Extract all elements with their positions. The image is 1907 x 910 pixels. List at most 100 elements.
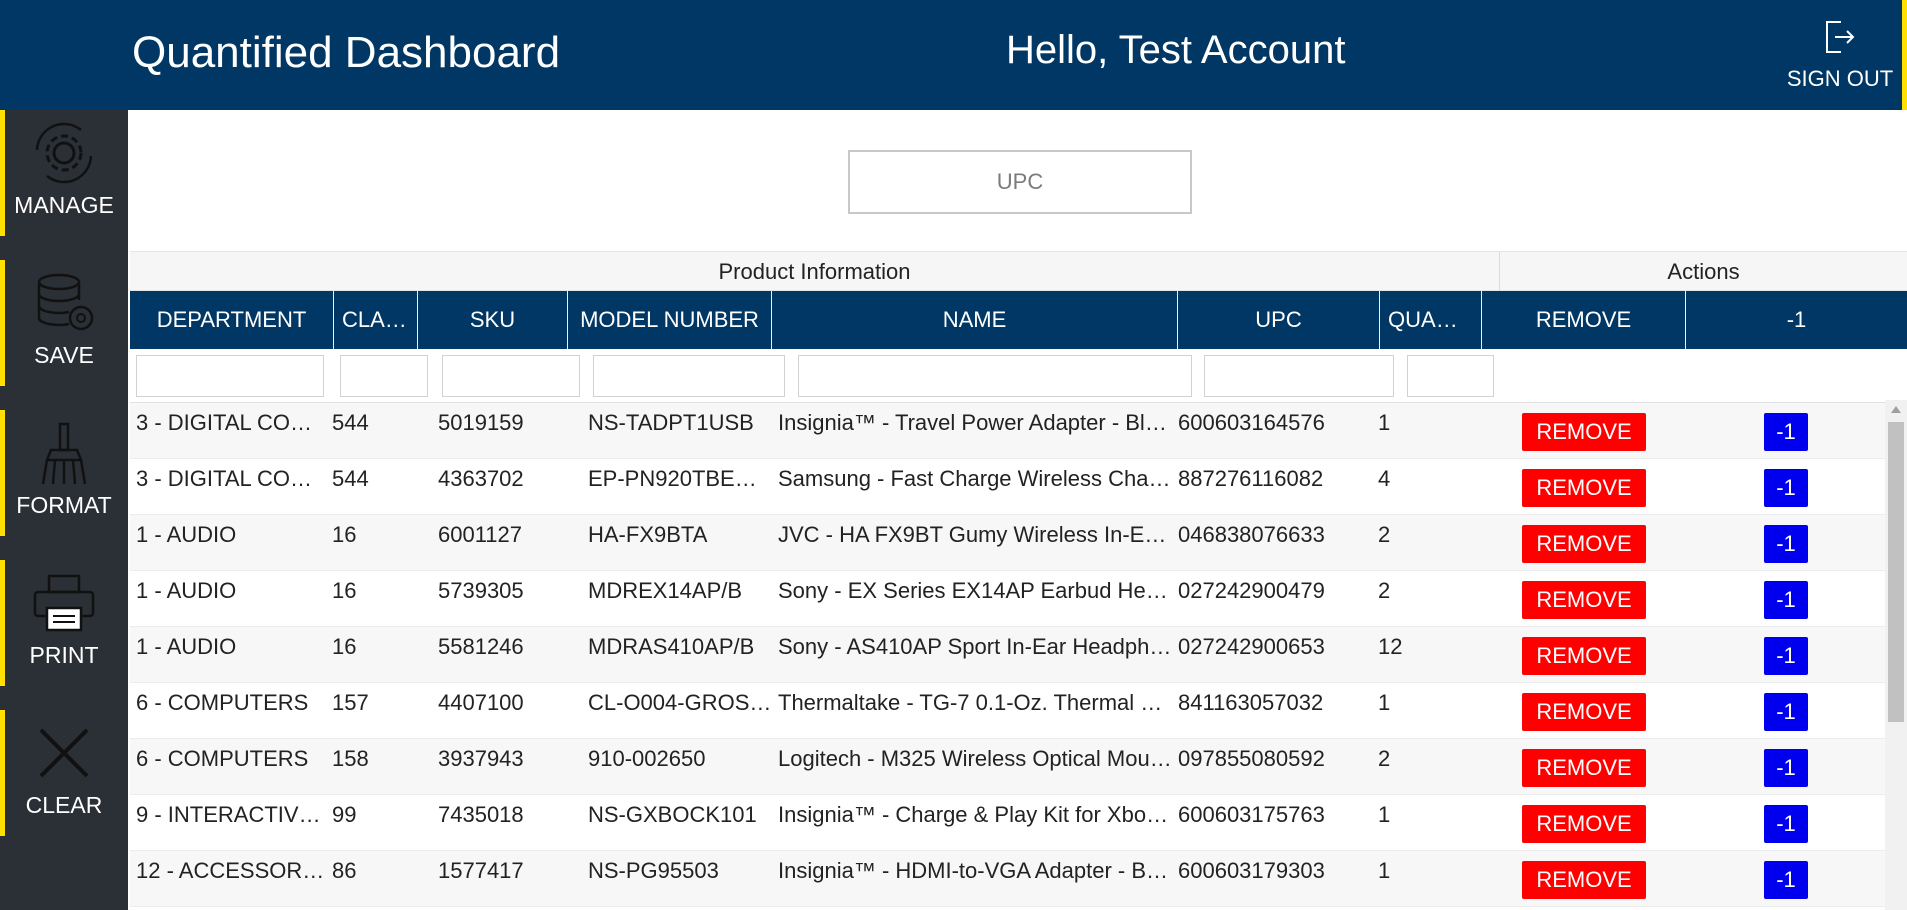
cell-sku: 4363702 — [438, 466, 524, 491]
cell-quantity: 12 — [1378, 634, 1403, 659]
sidebar-item-label: CLEAR — [25, 792, 103, 818]
remove-button[interactable]: REMOVE — [1522, 413, 1646, 451]
remove-button[interactable]: REMOVE — [1522, 581, 1646, 619]
cell-model: NS-GXBOCK101 — [588, 802, 757, 827]
cell-department: 1 - AUDIO — [136, 522, 237, 547]
decrement-button[interactable]: -1 — [1764, 525, 1808, 563]
broom-icon — [41, 422, 87, 485]
cell-sku: 4407100 — [438, 690, 524, 715]
remove-button[interactable]: REMOVE — [1522, 637, 1646, 675]
sidebar-item-save[interactable]: SAVE — [0, 260, 128, 386]
column-header-department[interactable]: DEPARTMENT — [130, 291, 334, 349]
table-row: 3 - DIGITAL COMMUNICATIONS 544 4363702 E… — [130, 459, 1887, 515]
cell-model: 910-002650 — [588, 746, 706, 771]
app-title: Quantified Dashboard — [132, 28, 561, 77]
sidebar-item-manage[interactable]: MANAGE — [0, 110, 128, 236]
column-header-model-number[interactable]: MODEL NUMBER — [568, 291, 772, 349]
table-row: 9 - INTERACTIVE GAMING 99 7435018 NS-GXB… — [130, 795, 1887, 851]
cell-department: 3 - DIGITAL COMMUNICATIONS — [136, 410, 326, 435]
cell-class: 99 — [332, 802, 357, 827]
cell-quantity: 1 — [1378, 802, 1391, 827]
sign-out-button[interactable]: SIGN OUT — [1780, 14, 1900, 104]
cell-model: NS-TADPT1USB — [588, 410, 754, 435]
scrollbar-thumb[interactable] — [1888, 422, 1904, 722]
cell-sku: 3937943 — [438, 746, 524, 771]
cell-name: Thermaltake - TG-7 0.1-Oz. Thermal Greas… — [778, 690, 1172, 715]
filter-name-input[interactable] — [798, 355, 1192, 397]
cell-model: NS-PG95503 — [588, 858, 719, 883]
decrement-button[interactable]: -1 — [1764, 693, 1808, 731]
cell-class: 16 — [332, 634, 357, 659]
cell-upc: 600603179303 — [1178, 858, 1325, 883]
table-row: 1 - AUDIO 16 6001127 HA-FX9BTA JVC - HA … — [130, 515, 1887, 571]
cell-model: MDREX14AP/B — [588, 578, 743, 603]
decrement-button[interactable]: -1 — [1764, 637, 1808, 675]
decrement-button[interactable]: -1 — [1764, 413, 1808, 451]
table-row: 6 - COMPUTERS 158 3937943 910-002650 Log… — [130, 739, 1887, 795]
remove-button[interactable]: REMOVE — [1522, 525, 1646, 563]
column-header-upc[interactable]: UPC — [1178, 291, 1380, 349]
cell-department: 1 - AUDIO — [136, 578, 237, 603]
sidebar-item-clear[interactable]: CLEAR — [0, 710, 128, 836]
column-header-decrement[interactable]: -1 — [1686, 291, 1907, 349]
filter-upc-input[interactable] — [1204, 355, 1394, 397]
cell-name: JVC - HA FX9BT Gumy Wireless In-Ear Head… — [778, 522, 1172, 547]
filter-model-input[interactable] — [593, 355, 785, 397]
remove-button[interactable]: REMOVE — [1522, 805, 1646, 843]
cell-upc: 046838076633 — [1178, 522, 1325, 547]
remove-button[interactable]: REMOVE — [1522, 469, 1646, 507]
sidebar: MANAGE SAVE FORMAT PRINT CLEAR — [0, 110, 128, 910]
sidebar-item-label: FORMAT — [16, 492, 112, 518]
upc-search-input[interactable] — [850, 152, 1190, 212]
column-header-quantity[interactable]: QUANTITY — [1380, 291, 1482, 349]
remove-button[interactable]: REMOVE — [1522, 749, 1646, 787]
product-grid: Product Information Actions DEPARTMENT C… — [130, 251, 1907, 907]
cell-upc: 600603175763 — [1178, 802, 1325, 827]
column-header-class[interactable]: CLASS — [334, 291, 418, 349]
filter-department-input[interactable] — [136, 355, 324, 397]
cell-model: EP-PN920TBEGUS — [588, 466, 772, 491]
header-accent-edge — [1902, 0, 1907, 110]
cell-class: 16 — [332, 522, 357, 547]
decrement-button[interactable]: -1 — [1764, 805, 1808, 843]
sidebar-accent-bar — [0, 710, 5, 836]
column-header-remove[interactable]: REMOVE — [1482, 291, 1686, 349]
decrement-button[interactable]: -1 — [1764, 749, 1808, 787]
cell-name: Sony - AS410AP Sport In-Ear Headphones — [778, 634, 1172, 659]
cell-quantity: 2 — [1378, 746, 1391, 771]
cell-sku: 1577417 — [438, 858, 524, 883]
remove-button[interactable]: REMOVE — [1522, 861, 1646, 899]
cell-department: 6 - COMPUTERS — [136, 690, 309, 715]
cell-name: Insignia™ - Charge & Play Kit for Xbox O… — [778, 802, 1172, 827]
cell-department: 1 - AUDIO — [136, 634, 237, 659]
user-greeting: Hello, Test Account — [1006, 28, 1346, 72]
cell-class: 16 — [332, 578, 357, 603]
decrement-button[interactable]: -1 — [1764, 469, 1808, 507]
table-row: 1 - AUDIO 16 5739305 MDREX14AP/B Sony - … — [130, 571, 1887, 627]
scroll-up-arrow-icon[interactable] — [1891, 406, 1901, 413]
column-header-name[interactable]: NAME — [772, 291, 1178, 349]
remove-button[interactable]: REMOVE — [1522, 693, 1646, 731]
cell-class: 157 — [332, 690, 369, 715]
sign-out-icon — [1826, 21, 1855, 53]
sidebar-item-print[interactable]: PRINT — [0, 560, 128, 686]
filter-sku-input[interactable] — [442, 355, 580, 397]
table-scrollbar[interactable] — [1885, 400, 1907, 910]
sidebar-accent-bar — [0, 560, 5, 686]
decrement-button[interactable]: -1 — [1764, 581, 1808, 619]
cell-name: Samsung - Fast Charge Wireless Charging … — [778, 466, 1172, 491]
cell-department: 9 - INTERACTIVE GAMING — [136, 802, 326, 827]
table-row: 12 - ACCESSORIES 86 1577417 NS-PG95503 I… — [130, 851, 1887, 907]
printer-icon — [33, 574, 95, 632]
cell-sku: 6001127 — [438, 522, 523, 547]
cell-quantity: 2 — [1378, 578, 1391, 603]
cell-department: 6 - COMPUTERS — [136, 746, 309, 771]
cell-sku: 5739305 — [438, 578, 524, 603]
sidebar-item-format[interactable]: FORMAT — [0, 410, 128, 536]
column-header-sku[interactable]: SKU — [418, 291, 568, 349]
decrement-button[interactable]: -1 — [1764, 861, 1808, 899]
filter-class-input[interactable] — [340, 355, 428, 397]
table-row: 3 - DIGITAL COMMUNICATIONS 544 5019159 N… — [130, 403, 1887, 459]
cell-upc: 097855080592 — [1178, 746, 1325, 771]
filter-quantity-input[interactable] — [1407, 355, 1494, 397]
